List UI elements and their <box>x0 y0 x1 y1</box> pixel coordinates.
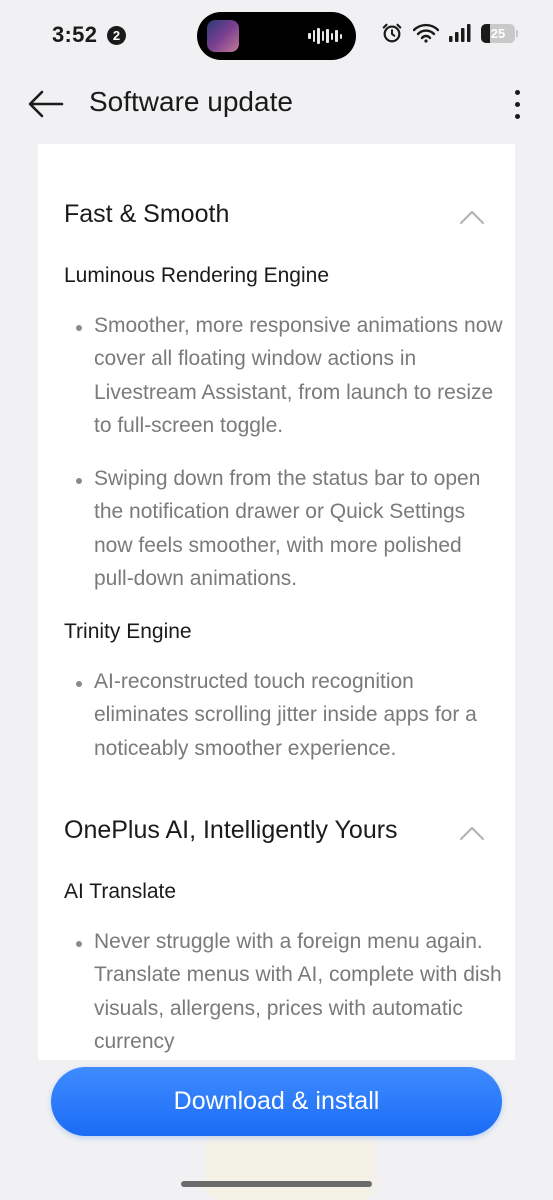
chevron-up-icon[interactable] <box>459 824 485 842</box>
bullet-icon <box>76 478 82 484</box>
more-dot-icon <box>514 89 520 95</box>
list-item: Swiping down from the status bar to open… <box>64 462 504 596</box>
section-header[interactable]: OnePlus AI, Intelligently Yours <box>38 816 515 856</box>
battery-level: 25 <box>490 25 506 41</box>
battery-fill <box>481 23 490 43</box>
bullet-text: AI-reconstructed touch recognition elimi… <box>94 670 477 760</box>
status-time: 3:52 <box>52 22 98 47</box>
bullet-text: Smoother, more responsive animations now… <box>94 314 503 437</box>
wifi-icon <box>413 23 439 43</box>
more-dot-icon <box>514 101 520 107</box>
bullet-text: Swiping down from the status bar to open… <box>94 467 481 590</box>
status-icons: 25 <box>381 22 518 44</box>
bullet-icon <box>76 681 82 687</box>
more-dot-icon <box>514 113 520 119</box>
download-install-button[interactable]: Download & install <box>51 1067 502 1136</box>
section-title: Fast & Smooth <box>64 200 230 228</box>
audio-wave-icon <box>308 27 342 45</box>
back-arrow-icon <box>28 90 64 118</box>
bullet-icon <box>76 325 82 331</box>
chevron-up-icon[interactable] <box>459 208 485 226</box>
bullet-text: Never struggle with a foreign menu again… <box>94 930 502 1053</box>
media-thumbnail <box>207 20 239 52</box>
status-bar: 3:52 2 25 <box>0 0 553 72</box>
subsection-title: Trinity Engine <box>64 620 192 643</box>
more-options-button[interactable] <box>509 84 525 124</box>
page-title: Software update <box>89 86 293 117</box>
section-oneplus-ai: OnePlus AI, Intelligently Yours <box>38 816 515 856</box>
changelog-card[interactable]: Fast & Smooth Luminous Rendering Engine … <box>38 144 515 1060</box>
subsection-title: AI Translate <box>64 880 177 903</box>
bullet-icon <box>76 941 82 947</box>
background-app-preview <box>205 1132 375 1200</box>
battery-icon: 25 <box>481 23 518 43</box>
signal-icon <box>449 24 471 42</box>
list-item: Smoother, more responsive animations now… <box>64 309 504 443</box>
home-indicator[interactable] <box>181 1181 372 1187</box>
section-fast-smooth: Fast & Smooth <box>38 200 515 240</box>
section-header[interactable]: Fast & Smooth <box>38 200 515 240</box>
list-item: AI-reconstructed touch recognition elimi… <box>64 665 504 765</box>
subsection-title: Luminous Rendering Engine <box>64 264 330 287</box>
dynamic-island[interactable] <box>197 12 356 60</box>
notification-count-badge: 2 <box>107 26 126 45</box>
section-title: OnePlus AI, Intelligently Yours <box>64 816 398 844</box>
app-bar: Software update <box>0 72 553 138</box>
alarm-icon <box>382 23 402 43</box>
back-button[interactable] <box>24 82 68 126</box>
list-item: Never struggle with a foreign menu again… <box>64 925 504 1059</box>
